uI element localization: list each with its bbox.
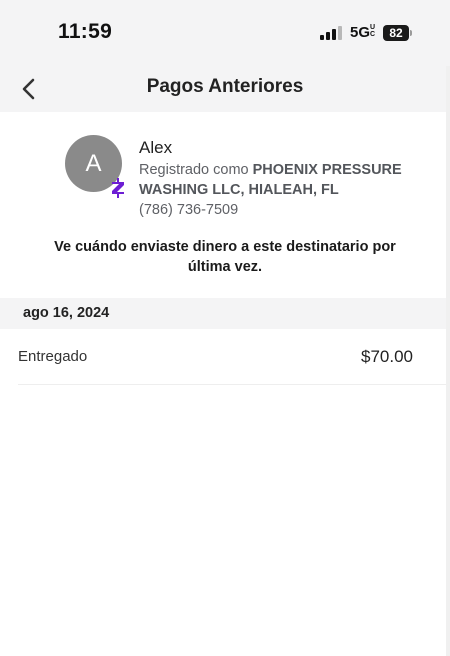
description-text: Ve cuándo enviaste dinero a este destina…: [54, 239, 396, 275]
battery-tip: [410, 30, 412, 36]
network-suffix: UC: [370, 24, 376, 38]
status-bar: 11:59 5GUC 82: [0, 0, 450, 66]
contact-name: Alex: [139, 138, 173, 157]
navigation-bar: Pagos Anteriores: [0, 66, 450, 112]
payment-date: ago 16, 2024: [23, 305, 110, 321]
payment-amount: $70.00: [361, 347, 413, 366]
registration-prefix: Registrado como: [139, 162, 249, 178]
payment-row[interactable]: Entregado $70.00: [18, 329, 450, 385]
contact-profile: A Alex Registrado como PHOENIX PRESSURE …: [0, 112, 450, 297]
battery-level: 82: [389, 26, 403, 40]
status-time: 11:59: [58, 20, 113, 43]
registration-info: Registrado como PHOENIX PRESSURE WASHING…: [139, 160, 414, 200]
zelle-logo-icon: [112, 178, 124, 198]
page-title: Pagos Anteriores: [146, 76, 304, 97]
network-indicator: 5GUC: [350, 24, 375, 41]
network-type: 5G: [350, 24, 371, 41]
date-section-header: ago 16, 2024: [0, 298, 450, 329]
battery-icon: 82: [383, 25, 409, 41]
payment-status: Entregado: [18, 348, 88, 365]
contact-phone: (786) 736-7509: [139, 202, 239, 218]
screen-edge-divider: [446, 66, 450, 656]
cellular-signal-icon: [320, 26, 342, 40]
avatar-initial: A: [85, 149, 102, 177]
